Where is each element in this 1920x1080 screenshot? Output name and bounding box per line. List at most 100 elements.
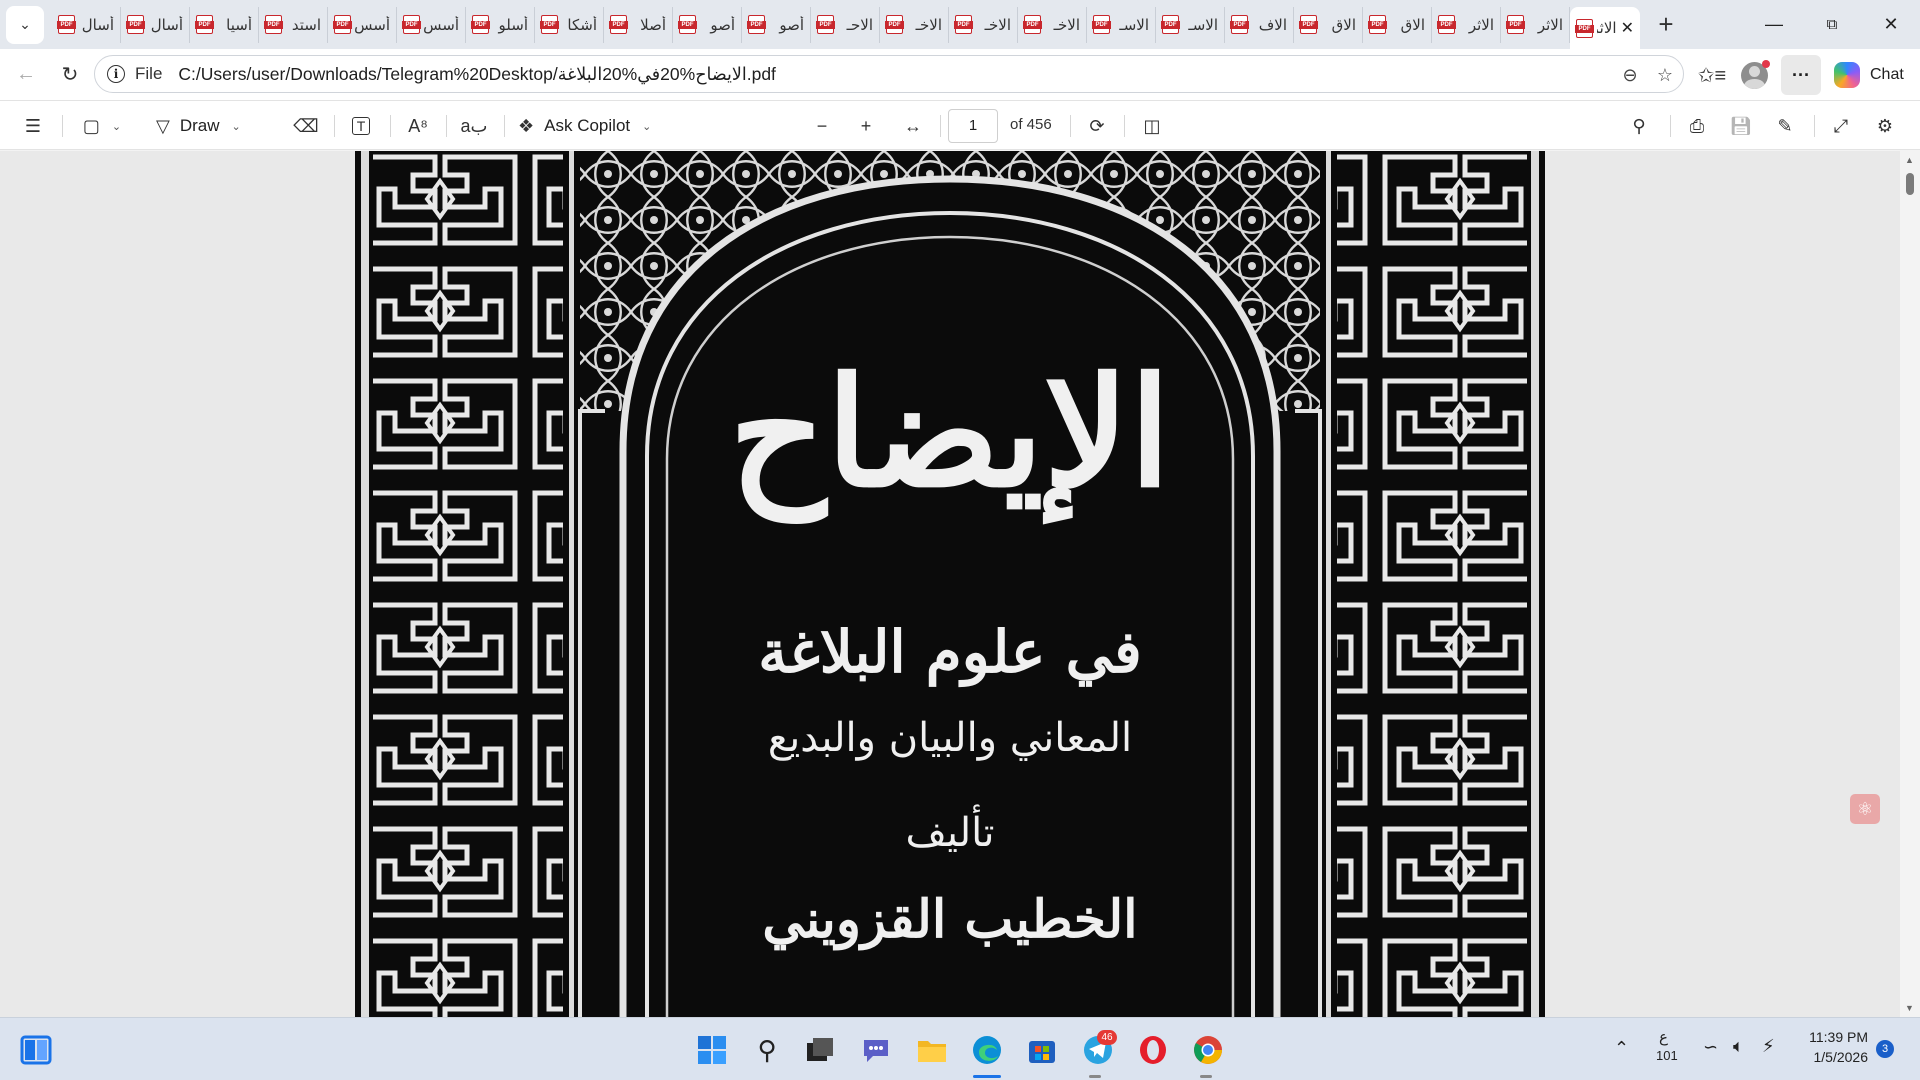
save-as-button[interactable]: ✎ <box>1768 110 1802 142</box>
tab[interactable]: أصو <box>742 6 811 43</box>
pdf-icon <box>816 15 835 34</box>
favorites-button[interactable]: ✩≡ <box>1692 55 1732 95</box>
clock-time[interactable]: 11:39 PM <box>1806 1029 1868 1045</box>
address-bar[interactable]: i File C:/Users/user/Downloads/Telegram%… <box>94 55 1684 93</box>
tab-close-icon[interactable]: ✕ <box>1621 18 1634 38</box>
search-taskbar-button[interactable]: ⚲ <box>749 1032 785 1068</box>
highlight-button[interactable]: ▢ ⌄ <box>72 110 132 142</box>
minimize-button[interactable]: — <box>1745 0 1803 49</box>
zoom-in-button[interactable]: + <box>850 110 882 142</box>
tab-label: الاثر <box>1597 20 1617 37</box>
tab-label: الاحـ <box>846 16 873 34</box>
tab[interactable]: الاحـ <box>811 6 880 43</box>
tab[interactable]: الاثر <box>1501 6 1570 43</box>
chrome-button[interactable] <box>1190 1032 1226 1068</box>
draw-label: Draw <box>179 116 220 135</box>
tab[interactable]: الاف <box>1225 6 1294 43</box>
page-number-input[interactable]: 1 <box>948 109 998 143</box>
tab[interactable]: أصو <box>673 6 742 43</box>
fit-to-width-button[interactable]: ↔ <box>896 110 930 142</box>
tab[interactable]: الاخـ <box>949 6 1018 43</box>
speaker-muted-icon[interactable]: 🔈︎ <box>1733 1036 1744 1057</box>
tab[interactable]: الاخـ <box>880 6 949 43</box>
contents-button[interactable]: ☰ <box>16 110 50 142</box>
widgets-button[interactable] <box>18 1032 54 1068</box>
tab-label: أصلا <box>640 16 666 34</box>
save-button[interactable]: 💾︎ <box>1724 110 1758 142</box>
search-button[interactable]: ⚲ <box>1622 110 1656 142</box>
restore-button[interactable]: ⧉ <box>1803 0 1861 49</box>
close-window-button[interactable]: ✕ <box>1862 0 1920 49</box>
favorite-star-icon[interactable]: ☆ <box>1650 60 1680 90</box>
minus-icon: − <box>816 115 828 136</box>
fit-width-icon: ↔ <box>904 115 922 136</box>
tab[interactable]: الاثر <box>1432 6 1501 43</box>
tab-actions-menu-button[interactable]: ⌄ <box>6 5 44 44</box>
rotate-button[interactable]: ⟳ <box>1080 110 1114 142</box>
zoom-out-button[interactable]: − <box>806 110 838 142</box>
pen-icon: ▽ <box>156 115 170 136</box>
scroll-up-arrow-icon[interactable]: ▲ <box>1905 155 1914 165</box>
acrobat-icon[interactable]: ⚛ <box>1850 794 1880 824</box>
file-explorer-button[interactable] <box>914 1032 950 1068</box>
wifi-icon[interactable]: ∽ <box>1703 1037 1718 1058</box>
tab[interactable]: الاخـ <box>1018 6 1087 43</box>
tab-label: الاخـ <box>915 16 942 34</box>
battery-charging-icon[interactable]: ⚡ <box>1762 1036 1775 1057</box>
teams-chat-button[interactable] <box>858 1032 894 1068</box>
book-cover-artwork <box>361 151 1539 1017</box>
read-aloud-icon: A⁸ <box>408 115 428 136</box>
clock-date[interactable]: 1/5/2026 <box>1806 1049 1869 1065</box>
toolbar-divider <box>334 115 335 137</box>
edge-button[interactable] <box>969 1032 1005 1068</box>
fullscreen-button[interactable]: ⤢ <box>1824 110 1858 142</box>
vertical-scrollbar[interactable]: ▲ ▼ <box>1900 151 1920 1017</box>
tab[interactable]: أسلو <box>466 6 535 43</box>
tab[interactable]: استد <box>259 6 328 43</box>
tab[interactable]: أصلا <box>604 6 673 43</box>
copilot-chat-button[interactable]: Chat <box>1830 55 1912 95</box>
info-icon[interactable]: i <box>107 65 125 83</box>
scrollbar-thumb[interactable] <box>1906 173 1914 195</box>
tab-active[interactable]: الاثر✕ <box>1570 7 1640 49</box>
tab[interactable]: أسيا <box>190 6 259 43</box>
translate-button[interactable]: aب <box>456 110 492 142</box>
input-language-sub: 101 <box>1656 1048 1678 1063</box>
refresh-button[interactable]: ↻ <box>50 55 90 95</box>
tab[interactable]: الاق <box>1294 6 1363 43</box>
tab[interactable]: أسال <box>121 6 190 43</box>
tab[interactable]: أسس <box>397 6 466 43</box>
url-text[interactable]: C:/Users/user/Downloads/Telegram%20Deskt… <box>178 64 776 85</box>
settings-more-button[interactable]: ··· <box>1781 55 1821 95</box>
print-icon: ⎙ <box>1689 115 1705 136</box>
tab-label: الاخـ <box>1053 16 1080 34</box>
tab[interactable]: الاسـ <box>1156 6 1225 43</box>
pdf-viewport[interactable]: الإيضاح في علوم البلاغة المعاني والبيان … <box>0 151 1920 1017</box>
task-view-button[interactable] <box>802 1032 838 1068</box>
read-aloud-button[interactable]: A⁸ <box>400 110 436 142</box>
start-button[interactable] <box>694 1032 730 1068</box>
tab[interactable]: أسس <box>328 6 397 43</box>
tab[interactable]: الاسـ <box>1087 6 1156 43</box>
tab[interactable]: أسال <box>52 6 121 43</box>
tab[interactable]: أشكا <box>535 6 604 43</box>
two-page-view-icon: ◫ <box>1143 115 1161 136</box>
new-tab-button[interactable]: + <box>1648 7 1684 43</box>
chevron-up-icon: ⌃ <box>1614 1038 1630 1058</box>
add-text-button[interactable]: T <box>344 110 378 142</box>
print-button[interactable]: ⎙ <box>1680 110 1714 142</box>
ask-copilot-button[interactable]: ❖ Ask Copilot ⌄ <box>518 110 678 142</box>
tab[interactable]: الاق <box>1363 6 1432 43</box>
input-language-indicator[interactable]: ع <box>1659 1028 1668 1046</box>
notification-badge[interactable]: 3 <box>1876 1040 1894 1058</box>
scroll-down-arrow-icon[interactable]: ▼ <box>1905 1003 1914 1013</box>
zoom-out-icon[interactable]: ⊖ <box>1615 60 1645 90</box>
store-button[interactable] <box>1024 1032 1060 1068</box>
pdf-settings-button[interactable]: ⚙ <box>1868 110 1902 142</box>
page-view-button[interactable]: ◫ <box>1134 110 1170 142</box>
show-hidden-icons-button[interactable]: ⌃ <box>1614 1038 1629 1059</box>
erase-button[interactable]: ⌫ <box>290 110 322 142</box>
opera-button[interactable] <box>1135 1032 1171 1068</box>
back-button[interactable]: ← <box>6 55 46 95</box>
draw-button[interactable]: ▽ Draw ⌄ <box>156 110 276 142</box>
